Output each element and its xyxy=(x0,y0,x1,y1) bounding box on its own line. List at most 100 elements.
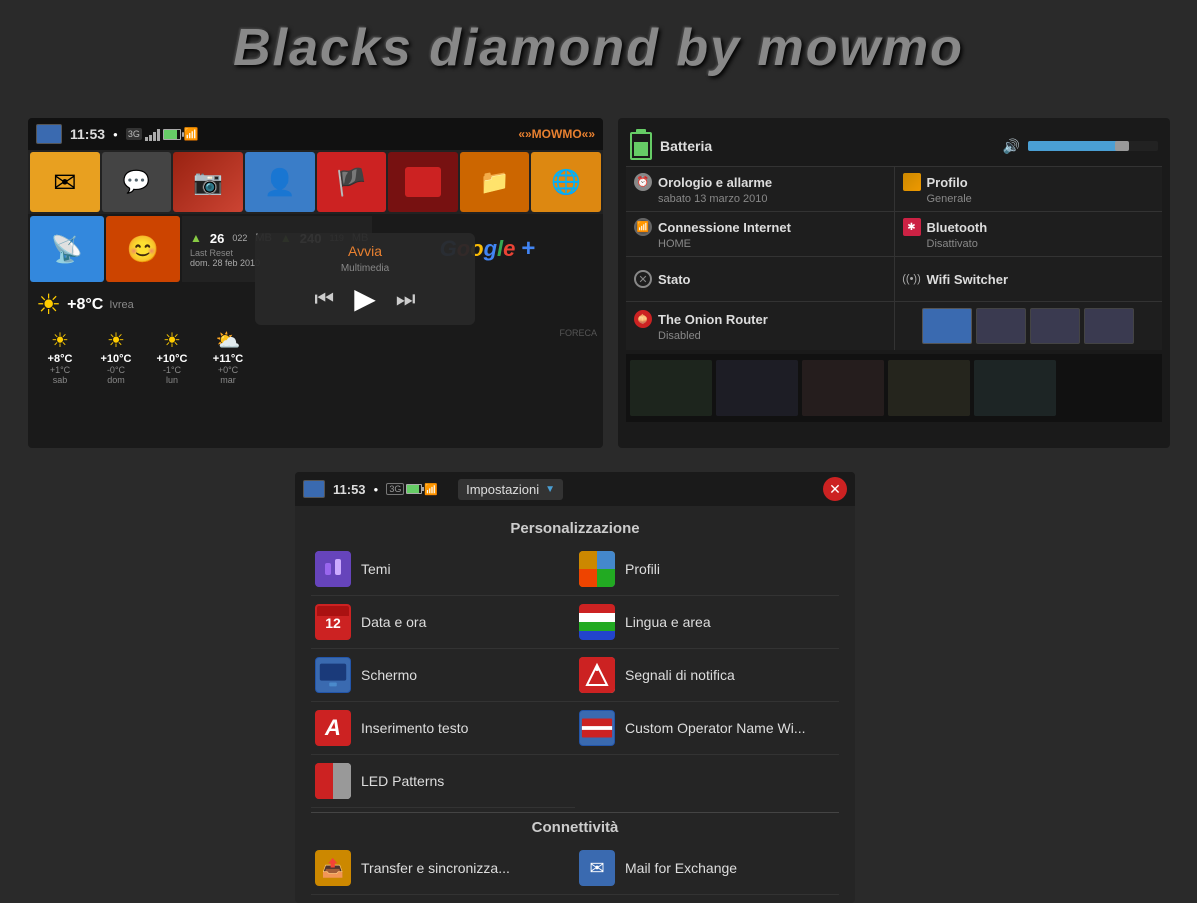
settings-schermo[interactable]: Schermo xyxy=(311,649,575,702)
app-contacts[interactable]: 👤 xyxy=(245,152,315,212)
app-flag[interactable]: 🏴 xyxy=(317,152,387,212)
settings-inserimento[interactable]: A Inserimento testo xyxy=(311,702,575,755)
stato-icon: ✕ xyxy=(634,270,652,288)
mon-icon: ☀ xyxy=(163,328,181,353)
settings-dropdown-label: Impostazioni xyxy=(466,482,539,497)
settings-bluetooth[interactable]: ✱ Bluetooth Disattivato xyxy=(895,212,1163,256)
media-popup[interactable]: Avvia Multimedia ⏮ ▶ ⏭ xyxy=(255,233,475,325)
rbt-4 xyxy=(888,360,970,416)
app-grid-row1: ✉ 💬 📷 👤 🏴 📁 🌐 xyxy=(28,150,603,214)
weather-temp: +8°C xyxy=(67,296,103,314)
settings-orologio[interactable]: ⏰ Orologio e allarme sabato 13 marzo 201… xyxy=(626,167,894,211)
app-contacts-img[interactable]: 📷 xyxy=(173,152,243,212)
left-status-bar: 11:53 ● 3G 📶 «»MOWMO«» xyxy=(28,118,603,150)
settings-custom-operator[interactable]: Custom Operator Name Wi... xyxy=(575,702,839,755)
conn-items-grid: 📤 Transfer e sincronizza... ✉ Mail for E… xyxy=(311,842,839,895)
app-files[interactable]: 📁 xyxy=(460,152,530,212)
sun-icon: ☀ xyxy=(107,328,125,353)
profilo-title: Profilo xyxy=(927,175,968,190)
inserimento-label: Inserimento testo xyxy=(361,720,468,736)
tue-day: mar xyxy=(220,375,236,385)
mail-exchange-icon: ✉ xyxy=(579,850,615,886)
settings-close-btn[interactable]: ✕ xyxy=(823,477,847,501)
settings-thumbnails xyxy=(895,302,1163,350)
sun-day: dom xyxy=(107,375,125,385)
forecast-sun: ☀ +10°C -0°C dom xyxy=(90,328,142,385)
settings-wifi[interactable]: ((•)) Wifi Switcher xyxy=(895,257,1163,301)
settings-led[interactable]: LED Patterns xyxy=(311,755,575,808)
settings-profilo[interactable]: Profilo Generale xyxy=(895,167,1163,211)
rbt-1 xyxy=(630,360,712,416)
mon-temp: +10°C xyxy=(156,353,187,365)
custom-op-icon xyxy=(579,710,615,746)
battery-row: Batteria 🔊 xyxy=(626,126,1162,167)
wifi-icon: 📶 xyxy=(184,127,199,141)
settings-dot: ● xyxy=(374,485,379,494)
ram-arrow: ▲ xyxy=(190,231,202,245)
temi-label: Temi xyxy=(361,561,391,577)
settings-lingua[interactable]: Lingua e area xyxy=(575,596,839,649)
forecast-tue: ⛅ +11°C +0°C mar xyxy=(202,328,254,385)
media-next-btn[interactable]: ⏭ xyxy=(396,286,416,312)
wifi-title: Wifi Switcher xyxy=(927,272,1009,287)
ram-value: 26 xyxy=(210,231,224,246)
tue-temp: +11°C xyxy=(213,353,243,365)
data-ora-label: Data e ora xyxy=(361,614,426,630)
app-mail[interactable]: ✉ xyxy=(30,152,100,212)
settings-items-grid: Temi Profili 12 Data e ora xyxy=(311,543,839,808)
bluetooth-subtitle: Disattivato xyxy=(903,238,1155,250)
app-rss[interactable]: 📡 xyxy=(30,216,104,282)
settings-statusbar: 11:53 ● 3G 📶 Impostazioni ▼ ✕ xyxy=(295,472,855,506)
volume-icon: 🔊 xyxy=(1003,138,1020,155)
settings-transfer[interactable]: 📤 Transfer e sincronizza... xyxy=(311,842,575,895)
signal-icons: 3G 📶 xyxy=(126,127,199,141)
settings-stato[interactable]: ✕ Stato xyxy=(626,257,894,301)
profili-icon xyxy=(579,551,615,587)
title-area: Blacks diamond by mowmo xyxy=(0,0,1197,90)
foreca-label: FORECA xyxy=(258,328,597,338)
app-dark[interactable] xyxy=(388,152,458,212)
settings-content: Personalizzazione Temi Profili 12 xyxy=(295,506,855,903)
settings-temi[interactable]: Temi xyxy=(311,543,575,596)
settings-profili[interactable]: Profili xyxy=(575,543,839,596)
app-globe[interactable]: 🌐 xyxy=(531,152,601,212)
orologio-title: Orologio e allarme xyxy=(658,175,772,190)
media-prev-btn[interactable]: ⏮ xyxy=(314,286,334,312)
settings-panel: 11:53 ● 3G 📶 Impostazioni ▼ ✕ Personaliz… xyxy=(295,472,855,903)
settings-segnali[interactable]: Segnali di notifica xyxy=(575,649,839,702)
schermo-label: Schermo xyxy=(361,667,417,683)
settings-data-ora[interactable]: 12 Data e ora xyxy=(311,596,575,649)
internet-icon: 📶 xyxy=(634,218,652,236)
weather-sun-icon: ☀ xyxy=(36,288,61,321)
thumb-1 xyxy=(922,308,972,344)
bluetooth-icon: ✱ xyxy=(903,218,921,236)
settings-signal: 3G 📶 xyxy=(386,483,438,496)
battery-label: Batteria xyxy=(660,138,995,154)
settings-mail-exchange[interactable]: ✉ Mail for Exchange xyxy=(575,842,839,895)
operator-label: «»MOWMO«» xyxy=(518,127,595,141)
profili-label: Profili xyxy=(625,561,660,577)
transfer-label: Transfer e sincronizza... xyxy=(361,860,510,876)
internet-title: Connessione Internet xyxy=(658,220,791,235)
rbt-2 xyxy=(716,360,798,416)
settings-tor[interactable]: 🧅 The Onion Router Disabled xyxy=(626,302,894,350)
left-dot: ● xyxy=(113,130,118,139)
data-ora-icon: 12 xyxy=(315,604,351,640)
settings-battery xyxy=(406,484,422,494)
app-messages[interactable]: 💬 xyxy=(102,152,172,212)
network-badge: 3G xyxy=(126,128,142,140)
google-plus-icon: + xyxy=(521,235,535,263)
volume-slider[interactable] xyxy=(1028,141,1158,151)
sun-temp: +10°C xyxy=(100,353,131,365)
settings-internet[interactable]: 📶 Connessione Internet HOME xyxy=(626,212,894,256)
app-smiley[interactable]: 😊 xyxy=(106,216,180,282)
media-play-btn[interactable]: ▶ xyxy=(354,282,376,315)
forecast-sat: ☀ +8°C +1°C sab xyxy=(34,328,86,385)
tue-icon: ⛅ xyxy=(216,328,241,353)
led-label: LED Patterns xyxy=(361,773,444,789)
settings-dropdown[interactable]: Impostazioni ▼ xyxy=(458,479,563,500)
right-panel: Batteria 🔊 ⏰ Orologio e allarme sabato 1… xyxy=(618,118,1170,430)
stato-title: Stato xyxy=(658,272,691,287)
lingua-icon xyxy=(579,604,615,640)
lingua-label: Lingua e area xyxy=(625,614,711,630)
